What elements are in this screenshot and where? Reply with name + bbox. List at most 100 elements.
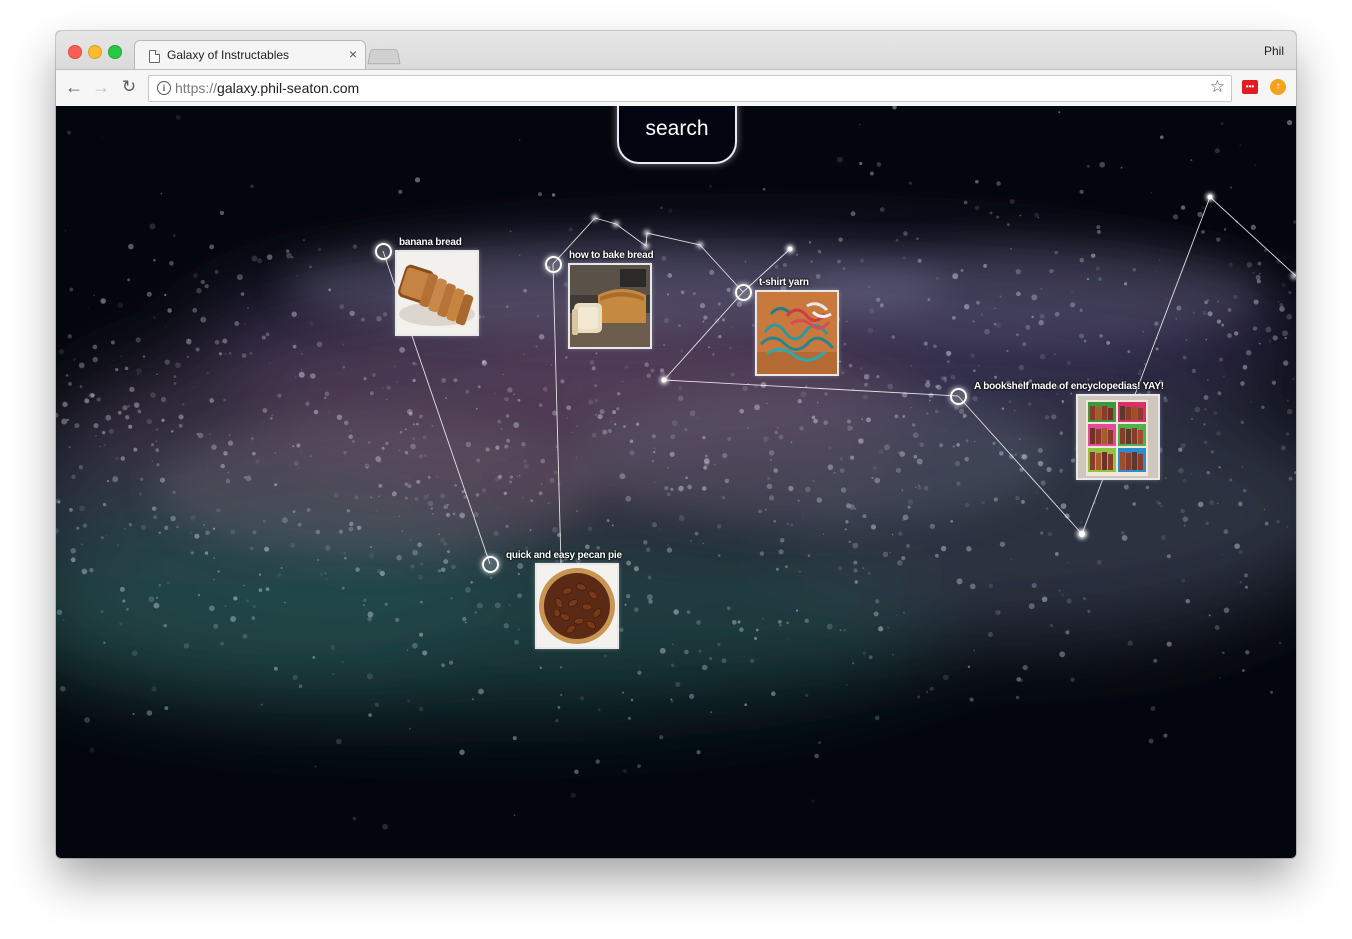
upload-icon[interactable]: ↑: [1270, 79, 1286, 95]
tab-close-button[interactable]: ×: [349, 46, 357, 62]
close-window-button[interactable]: [68, 45, 82, 59]
browser-tab[interactable]: Galaxy of Instructables ×: [134, 40, 366, 71]
tshirt-yarn-thumbnail[interactable]: [755, 290, 839, 376]
star: [156, 463, 160, 467]
star: [917, 485, 922, 490]
project-label-banana-bread[interactable]: banana bread: [399, 237, 462, 248]
star: [843, 342, 847, 346]
star: [249, 351, 253, 355]
star: [523, 463, 529, 469]
star: [797, 499, 800, 502]
star: [970, 353, 975, 358]
star: [560, 379, 565, 384]
star: [92, 344, 98, 350]
star: [367, 611, 374, 618]
project-label-tshirt-yarn[interactable]: t-shirt yarn: [759, 277, 809, 288]
star: [418, 706, 424, 712]
star: [1180, 443, 1186, 449]
star: [166, 581, 171, 585]
star: [1210, 450, 1215, 454]
star: [1040, 287, 1043, 290]
star: [804, 618, 809, 623]
star: [1037, 460, 1044, 467]
star: [967, 665, 971, 669]
back-arrow-icon[interactable]: ←: [63, 76, 85, 98]
star: [1227, 307, 1232, 313]
star: [1120, 530, 1125, 535]
star: [133, 402, 140, 408]
star: [1166, 554, 1171, 559]
star: [1207, 379, 1209, 381]
maximize-window-button[interactable]: [108, 45, 122, 59]
star: [879, 303, 884, 308]
star: [412, 549, 418, 556]
star: [1191, 418, 1193, 420]
info-icon[interactable]: i: [157, 81, 171, 95]
star: [324, 572, 327, 575]
star: [866, 417, 871, 423]
star: [597, 414, 603, 420]
banana-bread-thumbnail[interactable]: [395, 250, 479, 336]
star: [379, 570, 385, 577]
star: [836, 259, 841, 264]
star: [1223, 607, 1230, 614]
star: [1054, 353, 1056, 355]
project-node-banana-bread[interactable]: [375, 243, 392, 260]
project-node-bookshelf[interactable]: [950, 388, 967, 405]
project-node-pecan-pie[interactable]: [482, 556, 499, 573]
project-label-bookshelf[interactable]: A bookshelf made of encyclopedias! YAY!: [974, 381, 1164, 392]
star: [846, 419, 852, 424]
star: [370, 546, 372, 548]
star: [262, 519, 266, 523]
url-text[interactable]: https://galaxy.phil-seaton.com: [175, 80, 359, 96]
minimize-window-button[interactable]: [88, 45, 102, 59]
forward-arrow-icon[interactable]: →: [90, 76, 112, 98]
star: [523, 288, 527, 293]
lastpass-icon[interactable]: •••: [1242, 80, 1258, 94]
star: [146, 291, 152, 297]
star: [916, 237, 919, 241]
star: [150, 443, 155, 447]
star: [1288, 476, 1293, 481]
star: [465, 441, 472, 448]
galaxy-viewport[interactable]: search banana bread how to bake bread t-…: [56, 106, 1296, 858]
star: [509, 475, 514, 479]
star: [1252, 326, 1258, 331]
star: [1276, 519, 1280, 524]
project-label-pecan-pie[interactable]: quick and easy pecan pie: [506, 550, 622, 561]
pecan-pie-thumbnail[interactable]: [535, 563, 619, 649]
star: [74, 423, 80, 429]
star: [1270, 690, 1273, 694]
project-label-bake-bread[interactable]: how to bake bread: [569, 250, 654, 261]
star: [538, 334, 545, 340]
star: [659, 735, 664, 740]
project-node-tshirt-yarn[interactable]: [735, 284, 752, 301]
star: [414, 496, 419, 501]
star: [701, 664, 708, 671]
star: [160, 396, 167, 403]
star: [1214, 625, 1220, 631]
profile-name[interactable]: Phil: [1264, 44, 1284, 58]
star: [654, 481, 656, 484]
star: [981, 313, 984, 316]
star: [497, 419, 502, 424]
address-bar[interactable]: i https://galaxy.phil-seaton.com ☆: [148, 75, 1232, 102]
new-tab-button[interactable]: [367, 49, 401, 65]
bread-loaf-thumbnail[interactable]: [568, 263, 652, 349]
star: [500, 428, 503, 430]
star: [137, 373, 139, 375]
star: [310, 373, 316, 379]
star: [999, 451, 1004, 456]
bookmark-star-icon[interactable]: ☆: [1210, 77, 1225, 97]
bookshelf-thumbnail[interactable]: [1076, 394, 1160, 480]
star: [474, 611, 478, 614]
star: [1216, 319, 1222, 324]
star: [988, 583, 994, 589]
star: [1095, 266, 1101, 271]
search-button[interactable]: search: [617, 106, 737, 164]
project-node-bake-bread[interactable]: [545, 256, 562, 273]
reload-icon[interactable]: ↻: [118, 76, 140, 98]
star: [897, 560, 903, 566]
star: [1240, 381, 1245, 386]
star: [648, 599, 653, 604]
